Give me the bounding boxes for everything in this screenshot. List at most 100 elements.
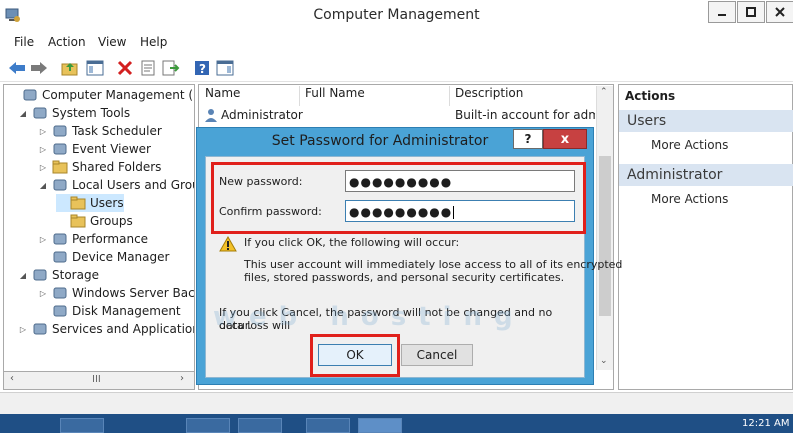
disk-icon — [52, 304, 68, 318]
up-folder-icon[interactable] — [60, 58, 80, 78]
tree-item-label: Computer Management (Local — [42, 88, 194, 102]
expander-icon[interactable]: ▷ — [38, 127, 48, 136]
window-title: Computer Management — [313, 7, 480, 23]
more-actions-users-link[interactable]: More Actions — [651, 138, 728, 152]
expander-icon[interactable]: ▷ — [38, 235, 48, 244]
warning-line-2: files, stored passwords, and personal se… — [244, 271, 565, 284]
taskbar-active-app-button[interactable] — [358, 418, 402, 433]
password-fields-highlight — [211, 162, 586, 234]
ok-button-highlight — [310, 334, 400, 377]
taskbar-clock: 12:21 AM — [742, 418, 790, 429]
tree-item-label: Windows Server Backup — [72, 286, 194, 300]
expander-icon[interactable]: ▷ — [18, 325, 28, 334]
close-window-button[interactable] — [766, 1, 793, 23]
tree-item-label: Groups — [90, 214, 133, 228]
tree-item[interactable]: ▷ Windows Server Backup — [38, 284, 194, 302]
maximize-button[interactable] — [737, 1, 765, 23]
tree-horizontal-scrollbar[interactable]: ‹ III › — [3, 371, 195, 390]
tree-item[interactable]: ▷ Event Viewer — [38, 140, 151, 158]
menu-help[interactable]: Help — [140, 35, 167, 49]
expander-icon[interactable]: ◢ — [18, 271, 28, 280]
scroll-thumb[interactable]: III — [92, 374, 101, 385]
tree-item[interactable]: Device Manager — [38, 248, 169, 266]
menu-action[interactable]: Action — [48, 35, 86, 49]
scroll-left-icon[interactable]: ‹ — [10, 373, 14, 384]
minimize-button[interactable] — [708, 1, 736, 23]
column-separator[interactable] — [299, 86, 300, 106]
delete-icon[interactable] — [115, 58, 135, 78]
taskbar-app-button[interactable] — [186, 418, 230, 433]
tree-item[interactable]: Computer Management (Local — [8, 86, 194, 104]
actions-section-users[interactable]: Users — [619, 110, 793, 132]
warning-icon — [219, 235, 237, 252]
tree-item[interactable]: ▷ Task Scheduler — [38, 122, 162, 140]
device-manager-icon — [52, 250, 68, 264]
dialog-close-button[interactable]: x — [543, 129, 587, 149]
warning-heading: If you click OK, the following will occu… — [244, 236, 460, 249]
tree-item[interactable]: ▷ Services and Applications — [18, 320, 194, 338]
tree-item-label: Storage — [52, 268, 99, 282]
performance-icon — [52, 232, 68, 246]
more-actions-administrator-link[interactable]: More Actions — [651, 192, 728, 206]
actions-section-administrator[interactable]: Administrator — [619, 164, 793, 186]
tree-item[interactable]: Disk Management — [38, 302, 181, 320]
table-row[interactable]: Administrator Built-in account for admin — [203, 107, 595, 125]
scroll-thumb[interactable] — [599, 156, 611, 316]
tree-item-label: Users — [90, 196, 124, 210]
users-icon — [52, 178, 68, 192]
tree-item-label: System Tools — [52, 106, 131, 120]
tree-item[interactable]: ▷ Shared Folders — [38, 158, 161, 176]
user-icon — [203, 108, 219, 125]
warning-line-1: This user account will immediately lose … — [244, 258, 623, 271]
tree-item-label: Performance — [72, 232, 149, 246]
expander-icon[interactable]: ▷ — [38, 289, 48, 298]
taskbar-app-button[interactable] — [238, 418, 282, 433]
dialog-help-button[interactable]: ? — [513, 129, 543, 149]
shared-folder-icon — [52, 160, 68, 174]
back-icon[interactable] — [7, 58, 27, 78]
cancel-button[interactable]: Cancel — [401, 344, 473, 366]
expander-icon[interactable]: ◢ — [38, 181, 48, 190]
show-hide-tree-icon[interactable] — [85, 58, 105, 78]
taskbar-app-button[interactable] — [60, 418, 104, 433]
column-separator[interactable] — [449, 86, 450, 106]
show-hide-action-pane-icon[interactable] — [215, 58, 235, 78]
properties-icon[interactable] — [138, 58, 158, 78]
help-icon[interactable]: ? — [192, 58, 212, 78]
list-vertical-scrollbar[interactable]: ⌃ ⌄ — [596, 86, 613, 370]
tree-item-label: Device Manager — [72, 250, 170, 264]
scroll-up-icon[interactable]: ⌃ — [600, 87, 608, 97]
tools-icon — [32, 106, 48, 120]
column-header-name[interactable]: Name — [205, 86, 240, 106]
svg-text:?: ? — [199, 62, 206, 76]
export-list-icon[interactable] — [161, 58, 181, 78]
expander-icon[interactable]: ▷ — [38, 145, 48, 154]
taskbar-app-button[interactable] — [306, 418, 350, 433]
column-header-full-name[interactable]: Full Name — [305, 86, 365, 106]
clock-icon — [52, 124, 68, 138]
tree-item[interactable]: Users — [56, 194, 124, 212]
folder-icon — [70, 214, 86, 228]
forward-icon[interactable] — [29, 58, 49, 78]
column-header-description[interactable]: Description — [455, 86, 523, 106]
backup-icon — [52, 286, 68, 300]
status-bar — [0, 392, 793, 414]
menu-file[interactable]: File — [14, 35, 34, 49]
tree-item[interactable]: ◢ System Tools — [18, 104, 130, 122]
scroll-right-icon[interactable]: › — [180, 373, 184, 384]
expander-icon[interactable]: ◢ — [18, 109, 28, 118]
folder-icon — [70, 196, 86, 210]
tree-item[interactable]: ▷ Performance — [38, 230, 148, 248]
storage-icon — [32, 268, 48, 282]
tree-item[interactable]: Groups — [56, 212, 133, 230]
user-description-cell: Built-in account for admin — [455, 108, 595, 122]
user-name-cell: Administrator — [221, 108, 303, 122]
tree-item[interactable]: ◢ Storage — [18, 266, 99, 284]
tree-item[interactable]: ◢ Local Users and Groups — [38, 176, 194, 194]
expander-icon[interactable]: ▷ — [38, 163, 48, 172]
tree-item-label: Local Users and Groups — [72, 178, 194, 192]
event-viewer-icon — [52, 142, 68, 156]
tree-item-label: Services and Applications — [52, 322, 194, 336]
scroll-down-icon[interactable]: ⌄ — [600, 356, 608, 366]
menu-view[interactable]: View — [98, 35, 126, 49]
